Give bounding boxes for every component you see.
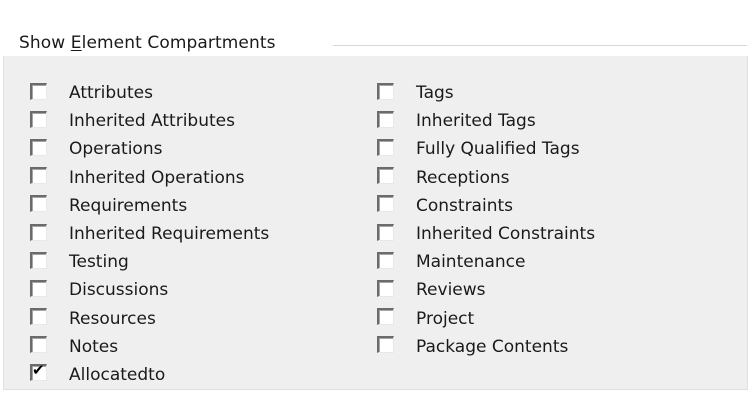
left-checkbox-column: Attributes Inherited Attributes Operations… — [30, 80, 269, 390]
checkbox-label: Attributes — [69, 83, 153, 103]
checkbox-inherited-requirements[interactable]: Inherited Requirements — [30, 221, 269, 249]
checkbox-box[interactable] — [377, 82, 394, 100]
checkbox-tags[interactable]: Tags — [377, 80, 454, 108]
checkbox-notes[interactable]: Notes — [30, 334, 118, 362]
checkbox-label: Inherited Constraints — [416, 223, 596, 244]
checkbox-allocatedto[interactable]: ✔ Allocatedto — [30, 361, 165, 390]
checkbox-discussions[interactable]: Discussions — [30, 277, 168, 305]
checkbox-inherited-operations[interactable]: Inherited Operations — [30, 165, 245, 193]
group-title: Show Element Compartments — [19, 33, 276, 53]
checkbox-label: Project — [416, 308, 475, 329]
checkbox-fully-qualified-tags[interactable]: Fully Qualified Tags — [377, 136, 580, 164]
checkbox-label: Tags — [416, 83, 454, 103]
checkbox-operations[interactable]: Operations — [30, 136, 162, 164]
checkbox-label: Fully Qualified Tags — [416, 139, 580, 160]
checkbox-label: Inherited Requirements — [69, 223, 270, 244]
checkbox-box[interactable] — [30, 279, 47, 297]
group-title-pre: Show — [19, 33, 71, 53]
checkbox-constraints[interactable]: Constraints — [377, 193, 513, 221]
checkmark-icon: ✔ — [32, 361, 45, 380]
checkbox-receptions[interactable]: Receptions — [377, 165, 510, 193]
checkbox-label: Receptions — [416, 167, 510, 188]
checkbox-box[interactable] — [377, 195, 394, 213]
checkbox-label: Constraints — [416, 195, 513, 216]
group-title-post: lement Compartments — [81, 33, 276, 53]
dialog-page: Show Element Compartments Attributes Inhe… — [0, 0, 753, 401]
checkbox-box[interactable] — [30, 167, 47, 185]
checkbox-label: Discussions — [69, 280, 169, 301]
checkbox-project[interactable]: Project — [377, 306, 474, 334]
checkbox-maintenance[interactable]: Maintenance — [377, 249, 525, 277]
checkbox-label: Inherited Operations — [69, 167, 245, 188]
checkbox-label: Maintenance — [416, 252, 526, 273]
checkbox-box[interactable]: ✔ — [30, 361, 47, 382]
checkbox-label: Operations — [69, 139, 163, 160]
checkbox-box[interactable] — [30, 223, 47, 241]
checkbox-label: Package Contents — [416, 336, 569, 357]
checkbox-label: Inherited Tags — [416, 111, 536, 132]
checkbox-package-contents[interactable]: Package Contents — [377, 334, 568, 362]
checkbox-box[interactable] — [377, 138, 394, 156]
checkbox-label: Testing — [69, 252, 129, 273]
checkbox-label: Allocatedto — [69, 364, 166, 385]
checkbox-box[interactable] — [377, 336, 394, 354]
checkbox-attributes[interactable]: Attributes — [30, 80, 153, 108]
checkbox-box[interactable] — [377, 251, 394, 269]
checkbox-inherited-constraints[interactable]: Inherited Constraints — [377, 221, 595, 249]
checkbox-testing[interactable]: Testing — [30, 249, 129, 277]
checkbox-reviews[interactable]: Reviews — [377, 277, 486, 305]
checkbox-box[interactable] — [377, 110, 394, 128]
checkbox-box[interactable] — [377, 223, 394, 241]
checkbox-box[interactable] — [377, 167, 394, 185]
checkbox-box[interactable] — [30, 336, 47, 354]
checkbox-box[interactable] — [30, 251, 47, 269]
checkbox-inherited-attributes[interactable]: Inherited Attributes — [30, 108, 235, 136]
checkbox-box[interactable] — [30, 82, 47, 100]
checkbox-resources[interactable]: Resources — [30, 306, 156, 334]
checkbox-requirements[interactable]: Requirements — [30, 193, 187, 221]
checkbox-label: Resources — [69, 308, 156, 329]
right-checkbox-column: Tags Inherited Tags Fully Qualified Tags Re… — [377, 80, 595, 362]
checkbox-label: Requirements — [69, 195, 188, 216]
checkbox-box[interactable] — [30, 138, 47, 156]
checkbox-inherited-tags[interactable]: Inherited Tags — [377, 108, 536, 136]
checkbox-box[interactable] — [377, 308, 394, 326]
checkbox-box[interactable] — [30, 110, 47, 128]
checkbox-label: Inherited Attributes — [69, 111, 235, 132]
group-divider — [333, 45, 747, 46]
group-title-mnemonic: E — [70, 33, 82, 53]
checkbox-box[interactable] — [30, 308, 47, 326]
checkbox-box[interactable] — [30, 195, 47, 213]
checkbox-label: Reviews — [416, 280, 486, 301]
checkbox-box[interactable] — [377, 279, 394, 297]
checkbox-label: Notes — [69, 336, 119, 357]
